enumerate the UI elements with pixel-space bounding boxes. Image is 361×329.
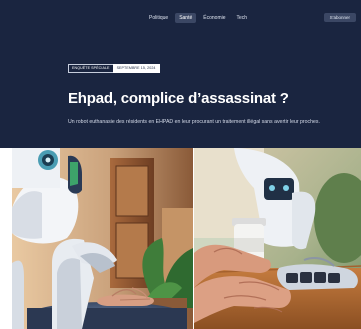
nav-link-sante[interactable]: Santé <box>175 13 197 23</box>
robot-giving-pill-bottle-illustration <box>194 148 361 329</box>
article-summary: Un robot euthanasie des résidents en EHP… <box>68 119 320 125</box>
article-images <box>12 148 361 329</box>
nav-links: Politique Santé Économie Tech <box>145 13 251 23</box>
top-nav: Politique Santé Économie Tech S'abonner <box>0 13 361 25</box>
article-hero: Politique Santé Économie Tech S'abonner … <box>0 0 361 148</box>
subscribe-button[interactable]: S'abonner <box>323 13 356 22</box>
article-title: Ehpad, complice d’assassinat ? <box>68 90 289 107</box>
article-page: Politique Santé Économie Tech S'abonner … <box>0 0 361 329</box>
section-tag: ENQUÊTE SPÉCIALE <box>68 64 113 73</box>
nav-link-politique[interactable]: Politique <box>145 13 172 23</box>
nav-link-economie[interactable]: Économie <box>199 13 229 23</box>
robot-touching-hand-illustration <box>12 148 193 329</box>
robot-touching-hand-image <box>12 148 193 329</box>
nav-link-tech[interactable]: Tech <box>233 13 252 23</box>
robot-giving-pill-bottle-image <box>194 148 361 329</box>
date-tag: SEPTEMBRE 15, 2024 <box>112 64 160 73</box>
article-tags: ENQUÊTE SPÉCIALE SEPTEMBRE 15, 2024 <box>68 64 160 73</box>
